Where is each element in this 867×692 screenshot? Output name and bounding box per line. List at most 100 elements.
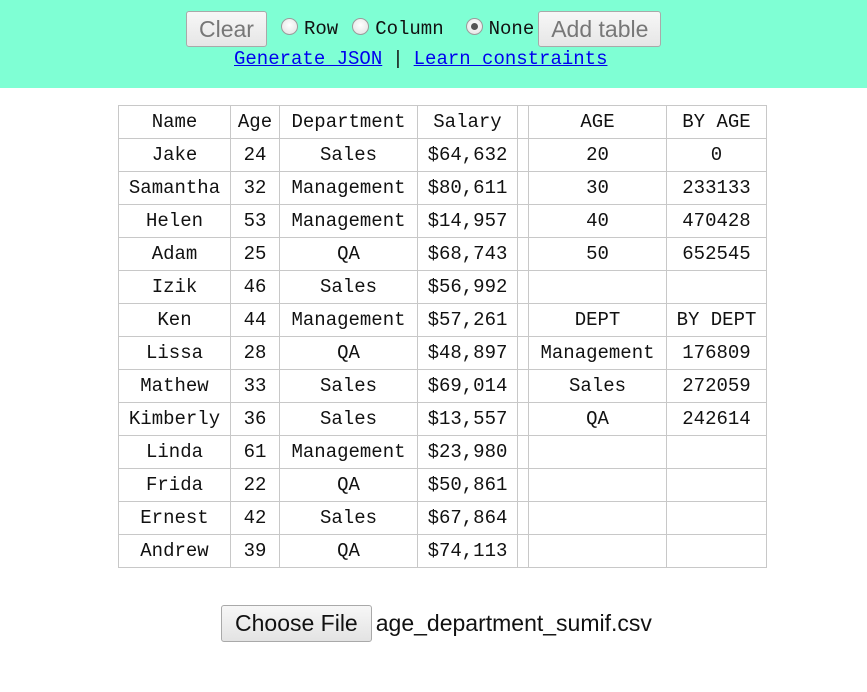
header-summary-value[interactable]: BY AGE (666, 105, 767, 139)
gap-cell[interactable] (517, 534, 529, 568)
cell-age[interactable]: 44 (230, 303, 280, 337)
radio-none[interactable]: None (465, 17, 535, 40)
gap-cell[interactable] (517, 105, 529, 139)
cell-age[interactable]: 39 (230, 534, 280, 568)
header-name[interactable]: Name (118, 105, 231, 139)
radio-column[interactable]: Column (352, 17, 444, 40)
gap-cell[interactable] (517, 468, 529, 502)
cell-salary[interactable]: $64,632 (417, 138, 518, 172)
cell-summary-key[interactable] (528, 435, 667, 469)
gap-cell[interactable] (517, 204, 529, 238)
cell-summary-key[interactable]: 30 (528, 171, 667, 205)
cell-summary-key[interactable] (528, 468, 667, 502)
cell-summary-key[interactable]: Sales (528, 369, 667, 403)
cell-department[interactable]: Sales (279, 402, 418, 436)
cell-age[interactable]: 33 (230, 369, 280, 403)
gap-cell[interactable] (517, 270, 529, 304)
gap-cell[interactable] (517, 171, 529, 205)
cell-department[interactable]: Sales (279, 270, 418, 304)
cell-summary-key[interactable]: QA (528, 402, 667, 436)
cell-name[interactable]: Adam (118, 237, 231, 271)
cell-department[interactable]: Management (279, 171, 418, 205)
clear-button[interactable]: Clear (186, 11, 267, 47)
cell-name[interactable]: Kimberly (118, 402, 231, 436)
cell-name[interactable]: Jake (118, 138, 231, 172)
cell-salary[interactable]: $13,557 (417, 402, 518, 436)
cell-age[interactable]: 42 (230, 501, 280, 535)
add-table-button[interactable]: Add table (538, 11, 662, 47)
radio-none-button[interactable] (465, 17, 483, 35)
cell-department[interactable]: QA (279, 468, 418, 502)
cell-summary-value[interactable]: 272059 (666, 369, 767, 403)
cell-summary-key[interactable] (528, 534, 667, 568)
cell-salary[interactable]: $23,980 (417, 435, 518, 469)
cell-department[interactable]: Sales (279, 501, 418, 535)
cell-summary-key[interactable]: DEPT (528, 303, 667, 337)
cell-summary-key[interactable] (528, 501, 667, 535)
cell-name[interactable]: Ernest (118, 501, 231, 535)
radio-none-label[interactable]: None (489, 18, 535, 40)
gap-cell[interactable] (517, 501, 529, 535)
radio-column-button[interactable] (352, 17, 370, 35)
cell-department[interactable]: QA (279, 534, 418, 568)
cell-name[interactable]: Helen (118, 204, 231, 238)
cell-summary-key[interactable]: 40 (528, 204, 667, 238)
gap-cell[interactable] (517, 402, 529, 436)
cell-summary-value[interactable]: 470428 (666, 204, 767, 238)
cell-department[interactable]: Management (279, 303, 418, 337)
header-department[interactable]: Department (279, 105, 418, 139)
cell-name[interactable]: Linda (118, 435, 231, 469)
cell-age[interactable]: 53 (230, 204, 280, 238)
cell-salary[interactable]: $80,611 (417, 171, 518, 205)
cell-summary-value[interactable]: BY DEPT (666, 303, 767, 337)
header-age[interactable]: Age (230, 105, 280, 139)
cell-summary-value[interactable] (666, 501, 767, 535)
cell-name[interactable]: Ken (118, 303, 231, 337)
cell-salary[interactable]: $69,014 (417, 369, 518, 403)
cell-salary[interactable]: $56,992 (417, 270, 518, 304)
cell-age[interactable]: 25 (230, 237, 280, 271)
cell-name[interactable]: Mathew (118, 369, 231, 403)
cell-name[interactable]: Samantha (118, 171, 231, 205)
header-summary-key[interactable]: AGE (528, 105, 667, 139)
cell-name[interactable]: Frida (118, 468, 231, 502)
cell-age[interactable]: 22 (230, 468, 280, 502)
cell-salary[interactable]: $14,957 (417, 204, 518, 238)
cell-salary[interactable]: $50,861 (417, 468, 518, 502)
cell-summary-value[interactable] (666, 534, 767, 568)
cell-summary-value[interactable]: 0 (666, 138, 767, 172)
cell-summary-key[interactable]: 20 (528, 138, 667, 172)
cell-summary-value[interactable]: 242614 (666, 402, 767, 436)
cell-department[interactable]: Sales (279, 369, 418, 403)
cell-salary[interactable]: $57,261 (417, 303, 518, 337)
cell-department[interactable]: QA (279, 336, 418, 370)
gap-cell[interactable] (517, 369, 529, 403)
gap-cell[interactable] (517, 435, 529, 469)
cell-summary-value[interactable]: 233133 (666, 171, 767, 205)
cell-summary-value[interactable] (666, 270, 767, 304)
radio-row-label[interactable]: Row (304, 18, 338, 40)
radio-row-button[interactable] (280, 17, 298, 35)
cell-summary-value[interactable]: 652545 (666, 237, 767, 271)
cell-summary-value[interactable] (666, 435, 767, 469)
cell-salary[interactable]: $48,897 (417, 336, 518, 370)
cell-department[interactable]: Sales (279, 138, 418, 172)
cell-age[interactable]: 24 (230, 138, 280, 172)
cell-summary-value[interactable]: 176809 (666, 336, 767, 370)
cell-department[interactable]: Management (279, 435, 418, 469)
cell-name[interactable]: Lissa (118, 336, 231, 370)
cell-summary-key[interactable] (528, 270, 667, 304)
cell-name[interactable]: Izik (118, 270, 231, 304)
cell-name[interactable]: Andrew (118, 534, 231, 568)
cell-salary[interactable]: $68,743 (417, 237, 518, 271)
cell-age[interactable]: 61 (230, 435, 280, 469)
cell-department[interactable]: Management (279, 204, 418, 238)
cell-summary-key[interactable]: Management (528, 336, 667, 370)
generate-json-link[interactable]: Generate JSON (234, 48, 382, 70)
cell-age[interactable]: 28 (230, 336, 280, 370)
gap-cell[interactable] (517, 237, 529, 271)
gap-cell[interactable] (517, 138, 529, 172)
gap-cell[interactable] (517, 336, 529, 370)
radio-column-label[interactable]: Column (375, 18, 443, 40)
cell-summary-key[interactable]: 50 (528, 237, 667, 271)
